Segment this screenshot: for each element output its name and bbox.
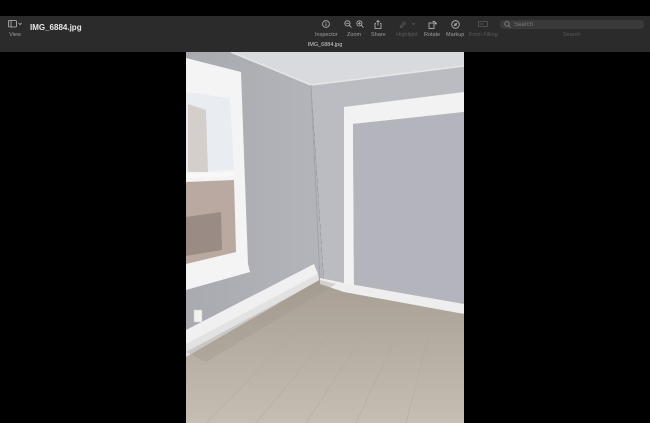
zoom-control: Zoom — [344, 19, 364, 38]
search-input[interactable] — [511, 21, 634, 28]
info-icon — [319, 19, 333, 29]
highlight-label: Highlight — [396, 32, 418, 38]
search-label: Search — [563, 32, 581, 38]
inspector-label: Inspector — [315, 32, 338, 38]
window-title: IMG_6884.jpg — [30, 23, 82, 32]
zoom-in-icon[interactable] — [356, 20, 364, 28]
share-icon — [371, 19, 385, 29]
share-button[interactable]: Share — [371, 19, 386, 38]
highlighter-icon — [396, 19, 418, 29]
zoom-label: Zoom — [346, 32, 362, 38]
markup-icon — [448, 19, 462, 29]
room-photo — [186, 52, 464, 423]
rotate-label: Rotate — [424, 32, 441, 38]
markup-label: Markup — [446, 32, 465, 38]
document-tab-title[interactable]: IMG_6884.jpg — [0, 42, 650, 48]
form-filling-button[interactable]: Form Filling — [469, 19, 498, 38]
document-tab-bar: IMG_6884.jpg — [0, 40, 650, 52]
rotate-button[interactable]: Rotate — [424, 19, 440, 38]
rotate-icon — [425, 19, 439, 29]
sidebar-icon — [8, 19, 22, 29]
highlight-button[interactable]: Highlight — [396, 19, 418, 38]
inspector-button[interactable]: Inspector — [315, 19, 338, 38]
form-icon — [476, 19, 490, 29]
top-strip — [0, 0, 650, 16]
share-label: Share — [371, 32, 386, 38]
markup-button[interactable]: Markup — [446, 19, 464, 38]
search-icon — [504, 21, 511, 28]
wall-outlet — [193, 309, 203, 323]
closet-trim-left — [344, 107, 354, 290]
closet-opening — [353, 112, 464, 310]
view-button[interactable]: View — [8, 19, 22, 38]
search-field[interactable] — [500, 20, 644, 29]
zoom-out-icon[interactable] — [344, 20, 352, 28]
view-label: View — [9, 32, 21, 38]
form-filling-label: Form Filling — [469, 32, 498, 38]
image-preview — [186, 52, 464, 423]
